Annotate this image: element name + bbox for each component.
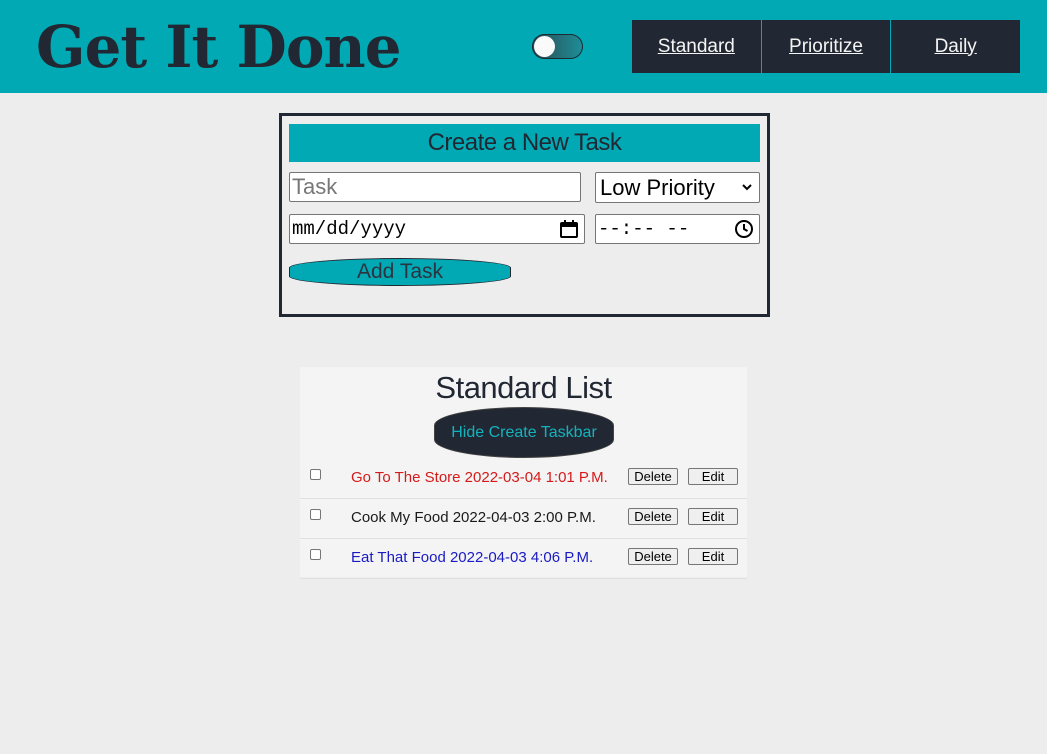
task-checkbox[interactable] bbox=[310, 549, 321, 560]
time-placeholder: --:-- -- bbox=[598, 218, 690, 240]
task-row: Eat That Food 2022-04-03 4:06 P.M. Delet… bbox=[300, 538, 747, 579]
standard-list-panel: Standard List Hide Create Taskbar Go To … bbox=[300, 367, 747, 579]
priority-selected-value: Low Priority bbox=[600, 175, 715, 200]
time-input[interactable]: --:-- -- bbox=[595, 214, 760, 244]
nav-prioritize-link[interactable]: Prioritize bbox=[762, 20, 892, 73]
delete-button[interactable]: Delete bbox=[628, 468, 678, 485]
edit-button[interactable]: Edit bbox=[688, 548, 738, 565]
task-row: Go To The Store 2022-03-04 1:01 P.M. Del… bbox=[300, 458, 747, 499]
nav-daily-link[interactable]: Daily bbox=[891, 20, 1020, 73]
task-text: Eat That Food 2022-04-03 4:06 P.M. bbox=[351, 549, 594, 566]
edit-button[interactable]: Edit bbox=[688, 468, 738, 485]
app-title: Get It Done bbox=[36, 13, 402, 81]
delete-button[interactable]: Delete bbox=[628, 508, 678, 525]
delete-button[interactable]: Delete bbox=[628, 548, 678, 565]
task-text: Cook My Food 2022-04-03 2:00 P.M. bbox=[351, 509, 596, 526]
task-checkbox[interactable] bbox=[310, 469, 321, 480]
date-placeholder: mm/dd/yyyy bbox=[292, 218, 407, 240]
chevron-down-icon bbox=[741, 173, 753, 211]
hide-create-taskbar-button[interactable]: Hide Create Taskbar bbox=[434, 407, 614, 458]
add-task-button[interactable]: Add Task bbox=[289, 258, 511, 286]
priority-select[interactable]: Low Priority bbox=[595, 172, 760, 203]
clock-icon[interactable] bbox=[734, 219, 754, 239]
task-row: Cook My Food 2022-04-03 2:00 P.M. Delete… bbox=[300, 498, 747, 539]
create-task-title: Create a New Task bbox=[289, 124, 760, 162]
app-header: Get It Done Standard Prioritize Daily bbox=[0, 0, 1047, 93]
toggle-knob bbox=[534, 36, 555, 57]
list-title: Standard List bbox=[435, 370, 612, 405]
task-checkbox[interactable] bbox=[310, 509, 321, 520]
task-text: Go To The Store 2022-03-04 1:01 P.M. bbox=[351, 469, 608, 486]
calendar-icon[interactable] bbox=[559, 219, 579, 239]
date-input[interactable]: mm/dd/yyyy bbox=[289, 214, 585, 244]
create-task-panel: Create a New Task Low Priority mm/dd/yyy… bbox=[279, 113, 770, 317]
task-input[interactable] bbox=[289, 172, 581, 202]
edit-button[interactable]: Edit bbox=[688, 508, 738, 525]
main-nav: Standard Prioritize Daily bbox=[632, 20, 1020, 73]
nav-standard-link[interactable]: Standard bbox=[632, 20, 762, 73]
theme-toggle[interactable] bbox=[532, 34, 583, 59]
